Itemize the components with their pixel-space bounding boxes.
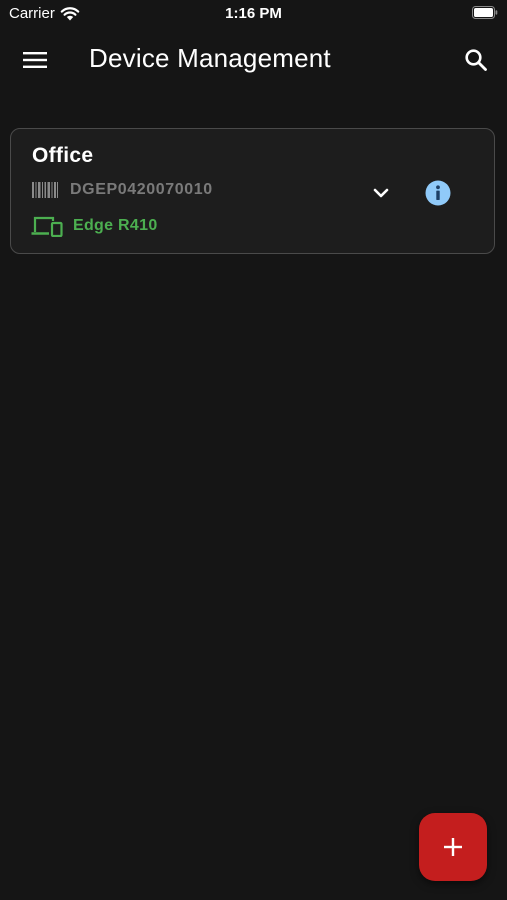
battery-icon bbox=[472, 6, 498, 19]
menu-button[interactable] bbox=[17, 42, 53, 78]
add-device-button[interactable] bbox=[419, 813, 487, 881]
info-button[interactable] bbox=[423, 178, 453, 208]
barcode-icon bbox=[32, 182, 58, 198]
device-serial: DGEP0420070010 bbox=[70, 181, 213, 198]
device-card[interactable]: Office DGEP0420070010 Edge R410 bbox=[10, 128, 495, 254]
device-name: Office bbox=[32, 144, 94, 167]
expand-button[interactable] bbox=[367, 179, 395, 207]
device-serial-row: DGEP0420070010 bbox=[32, 181, 213, 199]
page-title: Device Management bbox=[89, 43, 331, 73]
chevron-down-icon bbox=[373, 188, 389, 198]
device-management-screen: Carrier 1:16 PM Device Management Office… bbox=[0, 0, 507, 900]
device-model-row: Edge R410 bbox=[31, 215, 158, 237]
search-icon bbox=[465, 49, 487, 71]
status-time: 1:16 PM bbox=[225, 5, 282, 22]
status-bar: Carrier 1:16 PM bbox=[0, 0, 507, 28]
app-bar: Device Management bbox=[0, 28, 507, 92]
plus-icon bbox=[444, 838, 462, 856]
devices-icon bbox=[31, 216, 63, 237]
info-icon bbox=[425, 180, 451, 206]
hamburger-menu-icon bbox=[23, 52, 47, 68]
device-model: Edge R410 bbox=[73, 217, 158, 234]
search-button[interactable] bbox=[457, 41, 495, 79]
